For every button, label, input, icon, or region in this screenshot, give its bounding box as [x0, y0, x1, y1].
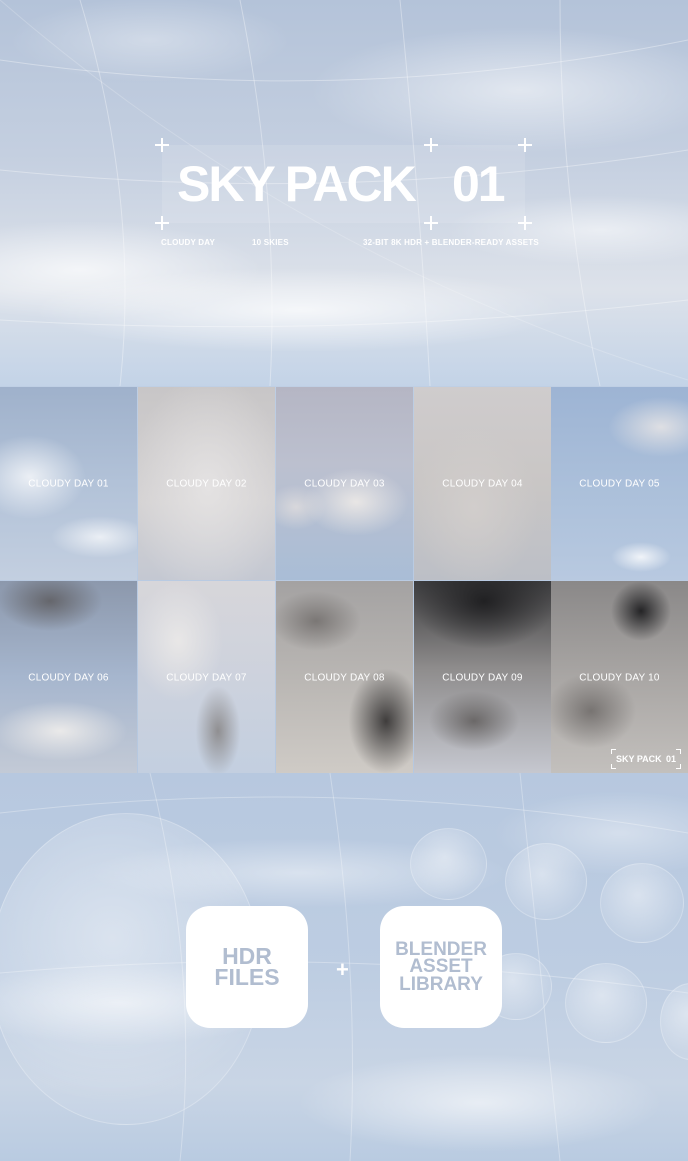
- sky-tile-04[interactable]: CLOUDY DAY 04: [414, 387, 551, 580]
- watermark-corner: [676, 749, 681, 754]
- sky-pack-watermark: SKY PACK 01: [611, 749, 681, 769]
- watermark-corner: [676, 764, 681, 769]
- material-ball: [600, 863, 684, 943]
- crosshair-icon: [518, 138, 532, 152]
- crosshair-icon: [518, 216, 532, 230]
- title-sky-pack: SKY PACK: [177, 156, 417, 212]
- sky-tile-08[interactable]: CLOUDY DAY 08: [276, 581, 413, 774]
- sky-tile-label: CLOUDY DAY 06: [28, 672, 109, 683]
- sky-tile-05[interactable]: CLOUDY DAY 05: [551, 387, 688, 580]
- watermark-title: SKY PACK: [616, 754, 662, 764]
- sky-tile-label: CLOUDY DAY 10: [579, 672, 660, 683]
- blender-asset-library-badge: BLENDER ASSET LIBRARY: [380, 906, 502, 1028]
- title-number: 01: [452, 156, 506, 212]
- sky-tile-label: CLOUDY DAY 07: [166, 672, 247, 683]
- hdr-files-badge: HDR FILES: [186, 906, 308, 1028]
- sky-tile-label: CLOUDY DAY 01: [28, 478, 109, 489]
- sky-tile-09[interactable]: CLOUDY DAY 09: [414, 581, 551, 774]
- plus-icon: +: [336, 957, 349, 982]
- material-ball: [505, 843, 587, 920]
- subtitle-specs: 32-BIT 8K HDR + BLENDER-READY ASSETS: [363, 238, 539, 247]
- material-ball: [565, 963, 647, 1043]
- hero-banner: SKY PACK 01 CLOUDY DAY 10 SKIES 32-BIT 8…: [0, 0, 688, 386]
- crosshair-icon: [424, 138, 438, 152]
- crosshair-icon: [155, 216, 169, 230]
- watermark-number: 01: [666, 754, 677, 764]
- sky-tile-07[interactable]: CLOUDY DAY 07: [138, 581, 275, 774]
- sky-tile-10[interactable]: CLOUDY DAY 10: [551, 581, 688, 774]
- subtitle-category: CLOUDY DAY: [161, 238, 216, 247]
- crosshair-icon: [424, 216, 438, 230]
- badge-line: FILES: [214, 964, 280, 990]
- sky-tile-01[interactable]: CLOUDY DAY 01: [0, 387, 137, 580]
- sky-tile-label: CLOUDY DAY 05: [579, 478, 660, 489]
- sky-tile-label: CLOUDY DAY 03: [304, 478, 385, 489]
- sky-tile-label: CLOUDY DAY 04: [442, 478, 523, 489]
- sky-tile-label: CLOUDY DAY 09: [442, 672, 523, 683]
- sky-tile-label: CLOUDY DAY 02: [166, 478, 247, 489]
- blender-library-text: BLENDER ASSET LIBRARY: [395, 940, 487, 995]
- sky-tile-03[interactable]: CLOUDY DAY 03: [276, 387, 413, 580]
- sky-tile-label: CLOUDY DAY 08: [304, 672, 385, 683]
- material-ball: [410, 828, 487, 900]
- sky-tile-02[interactable]: CLOUDY DAY 02: [138, 387, 275, 580]
- badge-line: ASSET: [409, 956, 473, 978]
- watermark-corner: [611, 764, 616, 769]
- sky-tile-06[interactable]: CLOUDY DAY 06: [0, 581, 137, 774]
- crosshair-icon: [155, 138, 169, 152]
- subtitle-count: 10 SKIES: [252, 238, 289, 247]
- badge-line: LIBRARY: [399, 973, 483, 995]
- hdr-files-text: HDR FILES: [214, 945, 280, 990]
